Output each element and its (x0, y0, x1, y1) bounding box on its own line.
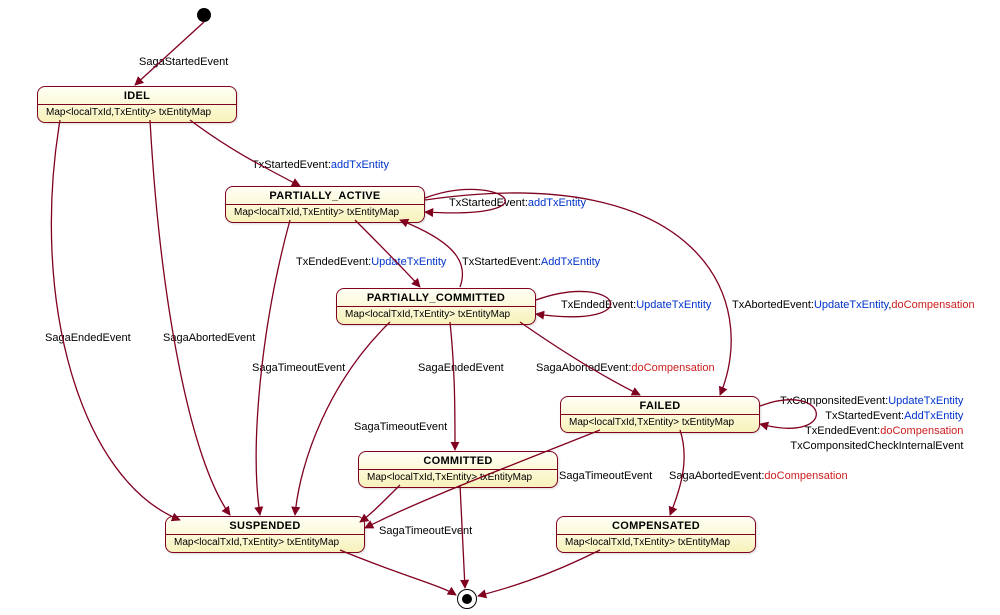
final-state (457, 589, 477, 609)
initial-state (197, 8, 211, 22)
label-sagatimeout-3: SagaTimeoutEvent (559, 469, 652, 484)
label-sagaaborted-do-2: SagaAbortedEvent:doCompensation (669, 469, 848, 484)
state-partially-active: PARTIALLY_ACTIVE Map<localTxId,TxEntity>… (225, 186, 425, 223)
label-txaborted: TxAbortedEvent:UpdateTxEntity,doCompensa… (732, 298, 975, 313)
state-suspended: SUSPENDED Map<localTxId,TxEntity> txEnti… (165, 516, 365, 553)
state-title: PARTIALLY_ACTIVE (226, 187, 424, 204)
state-body: Map<localTxId,TxEntity> txEntityMap (38, 105, 236, 122)
label-sagatimeout-1: SagaTimeoutEvent (252, 361, 345, 376)
state-body: Map<localTxId,TxEntity> txEntityMap (557, 535, 755, 552)
state-title: IDEL (38, 87, 236, 104)
state-body: Map<localTxId,TxEntity> txEntityMap (561, 415, 759, 432)
state-title: PARTIALLY_COMMITTED (337, 289, 535, 306)
state-title: FAILED (561, 397, 759, 414)
state-body: Map<localTxId,TxEntity> txEntityMap (166, 535, 364, 552)
label-sagatimeout-2: SagaTimeoutEvent (354, 420, 447, 435)
label-txstarted-add: TxStartedEvent:addTxEntity (252, 158, 389, 173)
state-idel: IDEL Map<localTxId,TxEntity> txEntityMap (37, 86, 237, 123)
label-failed-selfloop: TxComponsitedEvent:UpdateTxEntity TxStar… (780, 394, 963, 453)
state-partially-committed: PARTIALLY_COMMITTED Map<localTxId,TxEnti… (336, 288, 536, 325)
state-body: Map<localTxId,TxEntity> txEntityMap (337, 307, 535, 324)
label-sagaended-2: SagaEndedEvent (418, 361, 504, 376)
label-saga-started: SagaStartedEvent (139, 55, 228, 70)
state-failed: FAILED Map<localTxId,TxEntity> txEntityM… (560, 396, 760, 433)
final-state-inner (462, 594, 472, 604)
label-sagatimeout-4: SagaTimeoutEvent (379, 524, 472, 539)
state-title: SUSPENDED (166, 517, 364, 534)
state-title: COMPENSATED (557, 517, 755, 534)
label-txstarted-add-self: TxStartedEvent:addTxEntity (449, 196, 586, 211)
label-txstarted-addcap: TxStartedEvent:AddTxEntity (462, 255, 600, 270)
state-committed: COMMITTED Map<localTxId,TxEntity> txEnti… (358, 451, 558, 488)
label-sagaaborted-left: SagaAbortedEvent (163, 331, 255, 346)
label-txended-update-self: TxEndedEvent:UpdateTxEntity (561, 298, 711, 313)
label-sagaaborted-do: SagaAbortedEvent:doCompensation (536, 361, 715, 376)
label-sagaended-left: SagaEndedEvent (45, 331, 131, 346)
state-body: Map<localTxId,TxEntity> txEntityMap (226, 205, 424, 222)
label-txended-update: TxEndedEvent:UpdateTxEntity (296, 255, 446, 270)
state-compensated: COMPENSATED Map<localTxId,TxEntity> txEn… (556, 516, 756, 553)
state-title: COMMITTED (359, 452, 557, 469)
state-body: Map<localTxId,TxEntity> txEntityMap (359, 470, 557, 487)
